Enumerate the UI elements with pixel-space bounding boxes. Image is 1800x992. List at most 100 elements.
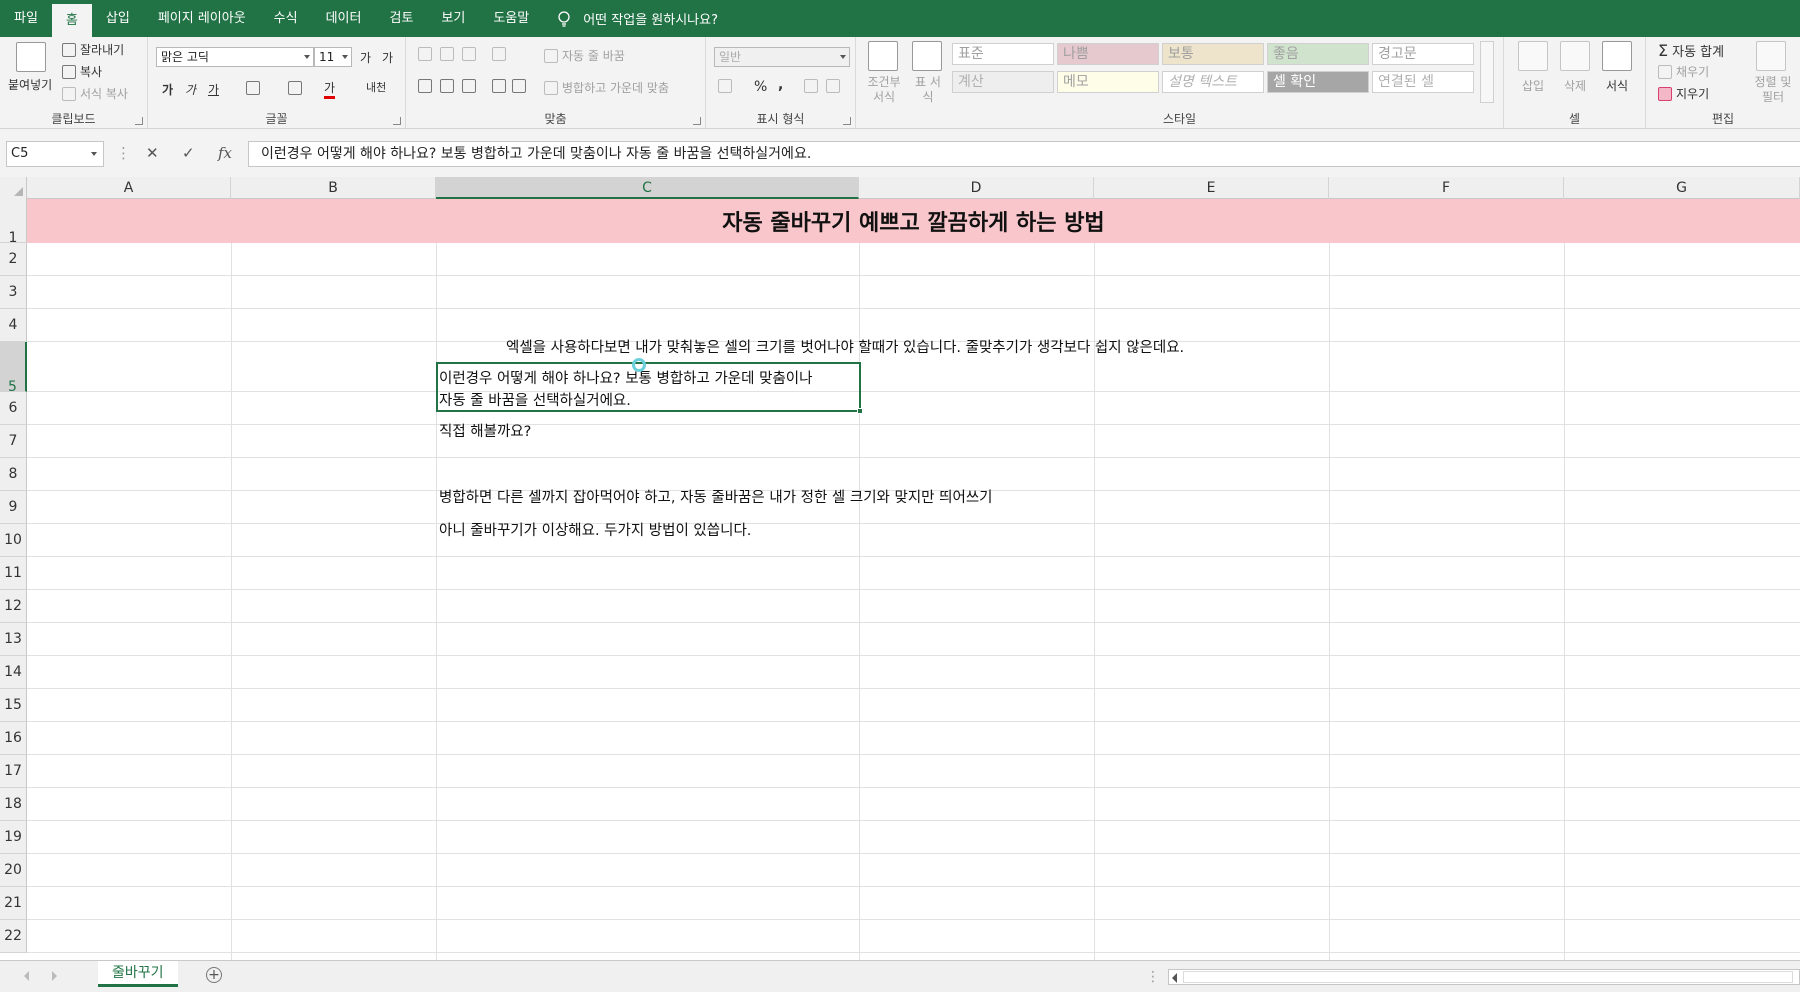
row-header-8[interactable]: 8 — [0, 458, 27, 491]
fill-handle[interactable] — [857, 408, 863, 414]
decrease-indent-icon[interactable] — [492, 79, 506, 93]
row-header-2[interactable]: 2 — [0, 243, 27, 276]
tab-file[interactable]: 파일 — [0, 0, 52, 37]
row-header-5[interactable]: 5 — [0, 342, 27, 395]
row-header-17[interactable]: 17 — [0, 755, 27, 788]
cell-c4-text[interactable]: 엑셀을 사용하다보면 내가 맞춰놓은 셀의 크기를 벗어나야 할때가 있습니다.… — [506, 336, 1184, 357]
font-launcher-icon[interactable] — [393, 117, 401, 125]
align-right-icon[interactable] — [462, 79, 476, 93]
underline-button[interactable]: 가 — [208, 81, 219, 98]
orientation-icon[interactable] — [492, 47, 506, 61]
column-header-c[interactable]: C — [436, 177, 859, 199]
alignment-launcher-icon[interactable] — [693, 117, 701, 125]
increase-decimal-icon[interactable] — [804, 79, 818, 93]
cell-c8-text[interactable]: 병합하면 다른 셀까지 잡아먹어야 하고, 자동 줄바꿈은 내가 정한 셀 크기… — [439, 486, 993, 507]
tell-me-search[interactable]: 어떤 작업을 원하시나요? — [557, 9, 718, 28]
percent-button[interactable]: % — [754, 79, 767, 95]
align-center-icon[interactable] — [440, 79, 454, 93]
clipboard-launcher-icon[interactable] — [135, 117, 143, 125]
phonetic-button[interactable]: 내천 — [366, 79, 386, 95]
row-header-16[interactable]: 16 — [0, 722, 27, 755]
conditional-format-button[interactable]: 조건부 서식 — [864, 75, 904, 105]
italic-button[interactable]: 가 — [185, 81, 196, 98]
column-header-e[interactable]: E — [1094, 177, 1329, 199]
tab-home[interactable]: 홈 — [51, 4, 92, 37]
font-color-button[interactable]: 가 — [324, 79, 336, 99]
cut-button[interactable]: 잘라내기 — [62, 41, 124, 58]
scrollbar-thumb[interactable] — [1183, 971, 1793, 983]
autosum-button[interactable]: Σ 자동 합계 — [1658, 41, 1724, 60]
tab-view[interactable]: 보기 — [427, 0, 479, 37]
prev-sheet-icon[interactable] — [24, 971, 29, 981]
tab-split-grip-icon[interactable]: ⋮ — [1146, 969, 1160, 985]
format-cells-button[interactable]: 서식 — [1606, 77, 1628, 94]
fill-button[interactable]: 채우기 — [1658, 63, 1709, 80]
cell-c9-text[interactable]: 아니 줄바꾸기가 이상해요. 두가지 방법이 있씁니다. — [439, 519, 751, 540]
row-header-18[interactable]: 18 — [0, 788, 27, 821]
column-header-g[interactable]: G — [1564, 177, 1800, 199]
cancel-edit-button[interactable]: ✕ — [146, 144, 159, 162]
confirm-edit-button[interactable]: ✓ — [182, 144, 195, 162]
column-header-d[interactable]: D — [859, 177, 1094, 199]
column-header-a[interactable]: A — [27, 177, 231, 199]
shrink-font-button[interactable]: 가 — [382, 49, 393, 66]
number-format-select[interactable]: 일반 — [714, 47, 850, 67]
comma-button[interactable]: , — [778, 77, 783, 93]
align-bottom-icon[interactable] — [462, 47, 476, 61]
row-header-12[interactable]: 12 — [0, 590, 27, 623]
cell-style-0[interactable]: 표준 — [952, 43, 1054, 65]
tab-data[interactable]: 데이터 — [312, 0, 376, 37]
row-header-10[interactable]: 10 — [0, 524, 27, 557]
row-header-14[interactable]: 14 — [0, 656, 27, 689]
tab-review[interactable]: 검토 — [375, 0, 427, 37]
sheet-tab[interactable]: 줄바꾸기 — [98, 961, 178, 987]
grow-font-button[interactable]: 가 — [360, 49, 371, 66]
row-header-13[interactable]: 13 — [0, 623, 27, 656]
cell-style-3[interactable]: 좋음 — [1267, 43, 1369, 65]
row-header-11[interactable]: 11 — [0, 557, 27, 590]
cell-style-7[interactable]: 설명 텍스트 — [1162, 71, 1264, 93]
horizontal-scrollbar[interactable] — [1168, 969, 1800, 985]
align-top-icon[interactable] — [418, 47, 432, 61]
title-banner[interactable]: 자동 줄바꾸기 예쁘고 깔끔하게 하는 방법 — [27, 199, 1800, 243]
tab-page-layout[interactable]: 페이지 레이아웃 — [144, 0, 260, 37]
scroll-left-icon[interactable] — [1172, 973, 1177, 983]
cell-style-1[interactable]: 나쁨 — [1057, 43, 1159, 65]
bold-button[interactable]: 가 — [162, 81, 173, 98]
accounting-icon[interactable] — [718, 79, 732, 93]
borders-icon[interactable] — [246, 81, 260, 95]
cell-style-2[interactable]: 보통 — [1162, 43, 1264, 65]
format-painter-button[interactable]: 서식 복사 — [62, 85, 128, 102]
select-all-corner[interactable] — [0, 177, 27, 199]
row-header-21[interactable]: 21 — [0, 887, 27, 920]
sort-filter-button[interactable]: 정렬 및 필터 — [1750, 75, 1796, 105]
fill-color-icon[interactable] — [288, 81, 302, 95]
row-header-19[interactable]: 19 — [0, 821, 27, 854]
insert-function-button[interactable]: fx — [218, 144, 232, 162]
name-box[interactable]: C5 — [6, 141, 104, 167]
cell-style-6[interactable]: 메모 — [1057, 71, 1159, 93]
font-size-select[interactable]: 11 — [314, 47, 352, 67]
align-middle-icon[interactable] — [440, 47, 454, 61]
tab-formulas[interactable]: 수식 — [260, 0, 312, 37]
add-sheet-button[interactable]: + — [206, 967, 222, 983]
increase-indent-icon[interactable] — [512, 79, 526, 93]
column-header-f[interactable]: F — [1329, 177, 1564, 199]
row-header-1[interactable]: 1 — [0, 199, 27, 246]
row-header-4[interactable]: 4 — [0, 309, 27, 342]
align-left-icon[interactable] — [418, 79, 432, 93]
row-header-20[interactable]: 20 — [0, 854, 27, 887]
table-format-button[interactable]: 표 서식 — [914, 75, 942, 105]
formula-input[interactable]: 이런경우 어떻게 해야 하나요? 보통 병합하고 가운데 맞춤이나 자동 줄 바… — [248, 141, 1800, 167]
cell-style-9[interactable]: 연결된 셀 — [1372, 71, 1474, 93]
number-launcher-icon[interactable] — [843, 117, 851, 125]
clear-button[interactable]: 지우기 — [1658, 85, 1709, 102]
copy-button[interactable]: 복사 — [62, 63, 102, 80]
next-sheet-icon[interactable] — [52, 971, 57, 981]
column-header-b[interactable]: B — [231, 177, 436, 199]
insert-cells-button[interactable]: 삽입 — [1522, 77, 1544, 94]
cell-style-5[interactable]: 계산 — [952, 71, 1054, 93]
row-header-15[interactable]: 15 — [0, 689, 27, 722]
row-header-3[interactable]: 3 — [0, 276, 27, 309]
row-header-6[interactable]: 6 — [0, 392, 27, 425]
